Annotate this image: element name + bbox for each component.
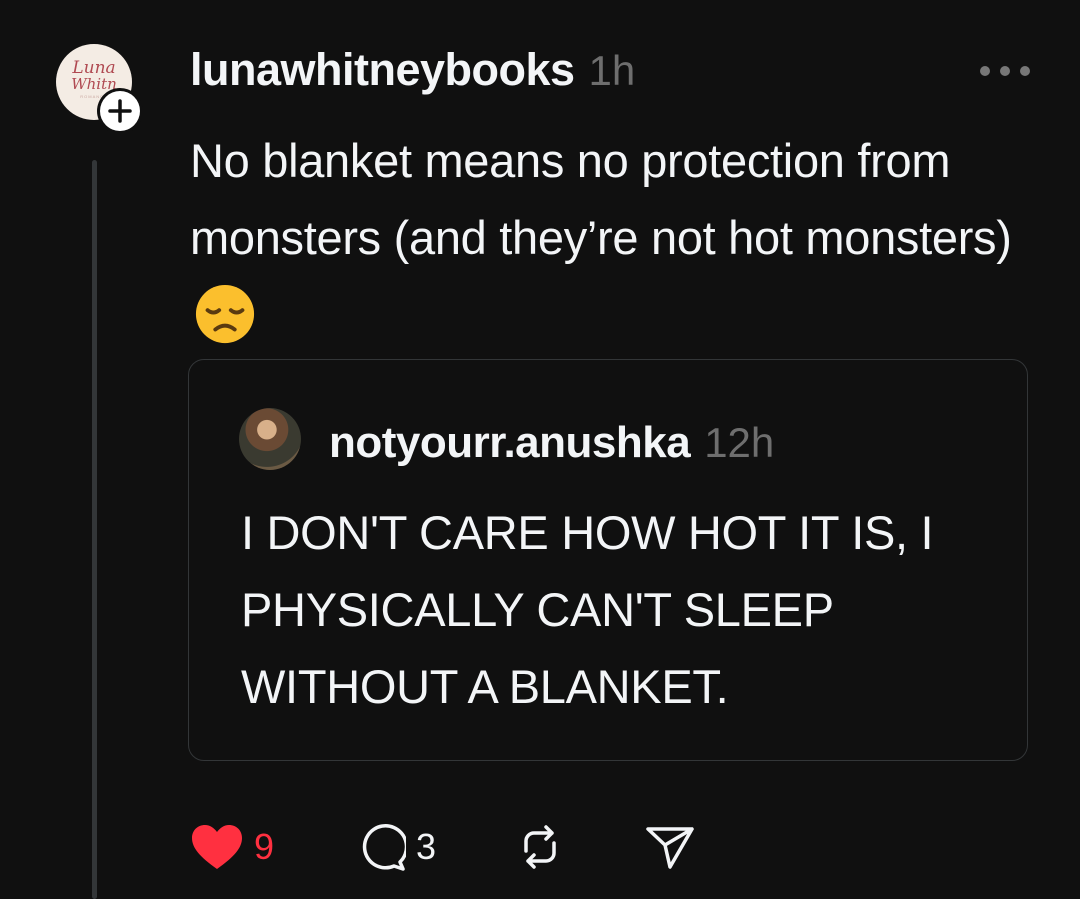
like-count: 9	[254, 826, 275, 867]
comment-icon	[362, 824, 407, 871]
more-horizontal-icon[interactable]	[980, 66, 1030, 80]
plus-icon	[108, 99, 132, 123]
avatar-logo-text: Luna	[72, 57, 116, 78]
post-body: No blanket means no protection from mons…	[190, 134, 1012, 264]
follow-button[interactable]	[97, 88, 143, 134]
repost-icon	[524, 825, 556, 869]
reply-button[interactable]: 3	[356, 822, 436, 872]
repost-button[interactable]	[514, 821, 566, 873]
quoted-post-header: notyourr.anushka 12h	[329, 418, 774, 468]
quoted-post-text: I DON'T CARE HOW HOT IT IS, I PHYSICALLY…	[241, 506, 934, 713]
post-text: No blanket means no protection from mons…	[190, 122, 1040, 353]
heart-icon	[192, 825, 242, 869]
send-icon	[646, 827, 694, 869]
share-button[interactable]	[644, 821, 696, 873]
disappointed-face-emoji	[195, 284, 255, 344]
like-button[interactable]: 9	[190, 823, 274, 871]
quoted-post-timestamp: 12h	[704, 419, 775, 466]
quoted-post-card[interactable]: notyourr.anushka 12h I DON'T CARE HOW HO…	[188, 359, 1028, 761]
post-timestamp: 1h	[588, 47, 636, 94]
quoted-author-avatar[interactable]	[239, 408, 301, 470]
quoted-author-username[interactable]: notyourr.anushka	[329, 418, 691, 468]
action-bar: 9 3	[190, 812, 696, 882]
thread-line	[92, 160, 97, 899]
author-username[interactable]: lunawhitneybooks	[190, 44, 575, 96]
post-header: lunawhitneybooks 1h	[190, 44, 635, 96]
reply-count: 3	[416, 826, 437, 867]
